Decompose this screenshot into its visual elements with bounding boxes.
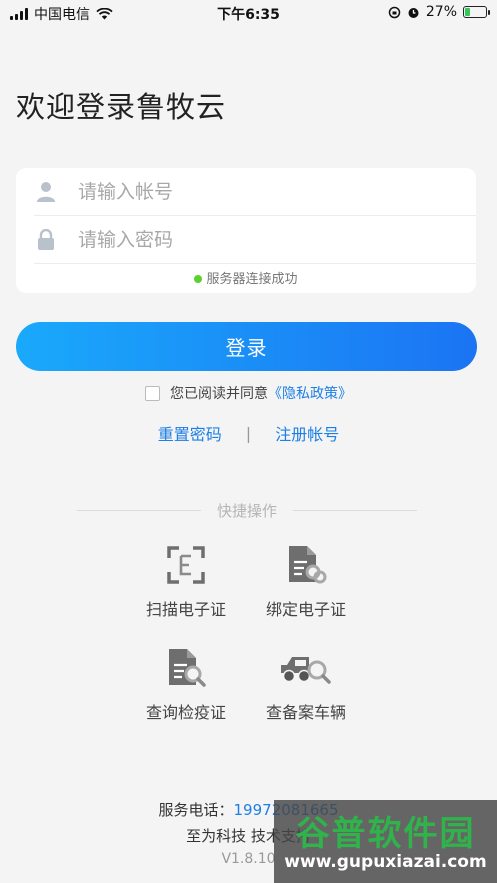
alarm-icon [408,7,419,18]
account-row [34,168,476,216]
user-icon [34,181,58,203]
quick-actions-title: 快捷操作 [217,502,278,520]
server-status-text: 服务器连接成功 [206,272,298,287]
watermark: 谷普软件园 www.gupuxiazai.com [274,800,497,883]
bind-certificate-icon [246,542,366,588]
watermark-url: www.gupuxiazai.com [284,852,487,872]
privacy-policy-link[interactable]: 《隐私政策》 [268,383,352,403]
bind-certificate-tile[interactable]: 绑定电子证 [246,542,366,620]
agree-text: 您已阅读并同意 [170,386,268,402]
query-quarantine-icon [126,645,246,691]
quick-actions-divider: 快捷操作 [77,500,418,521]
vehicle-search-tile[interactable]: 查备案车辆 [246,645,366,723]
password-input[interactable] [78,228,418,251]
battery-percent: 27% [425,4,457,20]
tile-label: 查询检疫证 [145,703,226,722]
scan-certificate-icon [126,542,246,588]
account-links: 重置密码 | 注册帐号 [0,421,497,445]
status-dot-icon [194,275,203,283]
server-status: 服务器连接成功 [16,268,476,287]
login-button[interactable]: 登录 [16,322,477,371]
tile-label: 查备案车辆 [265,703,346,722]
watermark-brand: 谷普软件园 [295,814,476,854]
vehicle-search-icon [246,645,366,691]
phone-label: 服务电话： [158,801,234,819]
register-account-link[interactable]: 注册帐号 [275,421,339,445]
tile-label: 绑定电子证 [265,600,346,619]
agree-checkbox[interactable] [145,385,160,401]
privacy-agreement: 您已阅读并同意 《隐私政策》 [0,383,497,403]
battery-icon [463,6,490,18]
tile-label: 扫描电子证 [145,600,226,619]
query-quarantine-tile[interactable]: 查询检疫证 [126,645,246,723]
password-row [34,216,476,264]
lock-icon [34,228,58,251]
page-title: 欢迎登录鲁牧云 [16,90,227,124]
account-input[interactable] [78,180,418,203]
rotation-lock-icon [388,6,401,18]
scan-certificate-tile[interactable]: 扫描电子证 [126,542,246,620]
reset-password-link[interactable]: 重置密码 [158,421,222,445]
login-form-card: 服务器连接成功 [16,168,476,293]
status-bar: 中国电信 下午6:35 27% [0,0,497,26]
link-separator: | [245,423,252,443]
